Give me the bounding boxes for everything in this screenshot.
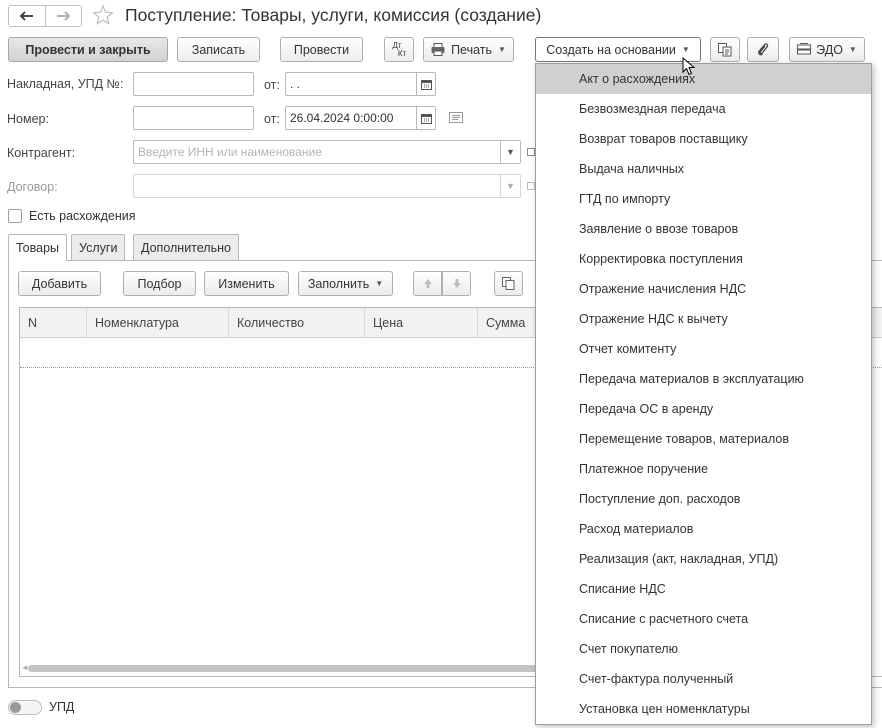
menu-item-vat-accrual[interactable]: Отражение начисления НДС [536,274,871,304]
menu-item-customer-invoice[interactable]: Счет покупателю [536,634,871,664]
menu-item-free-transfer[interactable]: Безвозмездная передача [536,94,871,124]
chevron-down-icon: ▼ [681,45,690,54]
menu-item-receipt-correction[interactable]: Корректировка поступления [536,244,871,274]
contract-field[interactable]: ▼ [133,174,521,198]
invoice-number-field[interactable] [133,72,254,96]
upd-toggle[interactable] [8,700,42,715]
structure-button[interactable] [710,37,740,62]
column-header-quantity[interactable]: Количество [229,308,365,338]
menu-item-fixed-asset-lease[interactable]: Передача ОС в аренду [536,394,871,424]
arrow-right-icon [56,11,71,21]
invoice-date-label: от: [264,78,280,92]
nav-buttons-group [8,5,82,27]
tab-services[interactable]: Услуги [71,234,126,260]
menu-item-materials-to-operation[interactable]: Передача материалов в эксплуатацию [536,364,871,394]
menu-item-import-application[interactable]: Заявление о ввозе товаров [536,214,871,244]
chevron-down-icon: ▼ [506,181,515,191]
column-header-n[interactable]: N [20,308,87,338]
forward-button[interactable] [46,6,82,26]
counterparty-field[interactable]: Введите ИНН или наименование ▼ [133,140,521,164]
number-label: Номер: [7,112,49,126]
column-header-nomenclature[interactable]: Номенклатура [87,308,229,338]
discrepancy-checkbox[interactable] [8,209,22,223]
menu-item-additional-expenses[interactable]: Поступление доп. расходов [536,484,871,514]
number-field[interactable] [133,106,254,130]
contract-label: Договор: [7,180,58,194]
post-and-close-button[interactable]: Провести и закрыть [8,37,168,62]
open-counterparty-icon[interactable] [527,146,535,158]
chevron-down-icon: ▼ [848,45,857,54]
edo-icon [797,43,812,56]
menu-item-discrepancy-act[interactable]: Акт о расхождениях [536,64,871,94]
document-structure-icon [718,42,732,57]
menu-item-bank-write-off[interactable]: Списание с расчетного счета [536,604,871,634]
menu-item-return-to-supplier[interactable]: Возврат товаров поставщику [536,124,871,154]
copy-row-button[interactable] [494,271,523,296]
paperclip-icon [757,42,769,57]
add-button[interactable]: Добавить [18,271,101,296]
menu-item-customs-declaration[interactable]: ГТД по импорту [536,184,871,214]
copy-icon [502,277,515,290]
menu-item-price-setting[interactable]: Установка цен номенклатуры [536,694,871,724]
chevron-down-icon: ▼ [506,147,515,157]
calendar-button[interactable] [416,73,435,95]
scroll-left-icon[interactable]: ◄ [21,663,29,672]
chevron-down-icon: ▼ [498,45,506,54]
document-date-field[interactable]: 26.04.2024 0:00:00 [285,106,436,130]
move-up-button[interactable] [413,271,442,296]
dt-kt-icon: Дт Кт [392,40,407,58]
menu-item-vat-deduction[interactable]: Отражение НДС к вычету [536,304,871,334]
save-button[interactable]: Записать [177,37,260,62]
move-down-button[interactable] [442,271,471,296]
create-based-on-button[interactable]: Создать на основании ▼ [535,37,701,62]
upd-toggle-label: УПД [49,700,75,714]
calendar-button[interactable] [416,107,435,129]
star-icon[interactable] [92,4,114,26]
calendar-icon [420,79,432,90]
date-label: от: [264,112,280,126]
menu-item-payment-order[interactable]: Платежное поручение [536,454,871,484]
menu-item-vat-write-off[interactable]: Списание НДС [536,574,871,604]
menu-item-received-invoice[interactable]: Счет-фактура полученный [536,664,871,694]
fill-button[interactable]: Заполнить ▼ [298,271,393,296]
print-button[interactable]: Печать ▼ [423,37,514,62]
back-button[interactable] [9,6,46,26]
create-based-on-menu: Акт о расхождениях Безвозмездная передач… [535,63,872,725]
arrow-down-icon [452,278,462,289]
page-title: Поступление: Товары, услуги, комиссия (с… [125,5,542,25]
tab-goods[interactable]: Товары [8,234,67,261]
invoice-date-field[interactable]: . . [285,72,436,96]
counterparty-dropdown-button[interactable]: ▼ [500,141,520,163]
edo-button[interactable]: ЭДО ▼ [789,37,865,62]
tab-additional[interactable]: Дополнительно [133,234,239,260]
counterparty-label: Контрагент: [7,146,76,160]
contract-dropdown-button[interactable]: ▼ [500,175,520,197]
chevron-down-icon: ▼ [375,279,384,288]
mouse-cursor-icon [682,57,696,77]
menu-item-sales[interactable]: Реализация (акт, накладная, УПД) [536,544,871,574]
menu-item-goods-transfer[interactable]: Перемещение товаров, материалов [536,424,871,454]
menu-item-principal-report[interactable]: Отчет комитенту [536,334,871,364]
column-header-price[interactable]: Цена [365,308,478,338]
discrepancy-label: Есть расхождения [29,209,136,223]
arrow-left-icon [19,11,34,21]
invoice-label: Накладная, УПД №: [7,77,124,91]
menu-item-materials-consumption[interactable]: Расход материалов [536,514,871,544]
dt-kt-button[interactable]: Дт Кт [384,37,414,62]
printer-icon [431,43,445,56]
arrow-up-icon [423,278,433,289]
open-contract-icon[interactable] [527,180,535,192]
menu-item-cash-issue[interactable]: Выдача наличных [536,154,871,184]
comment-icon[interactable] [449,112,463,123]
pick-button[interactable]: Подбор [123,271,196,296]
attachment-button[interactable] [747,37,779,62]
post-button[interactable]: Провести [280,37,363,62]
calendar-icon [420,113,432,124]
edit-button[interactable]: Изменить [204,271,289,296]
